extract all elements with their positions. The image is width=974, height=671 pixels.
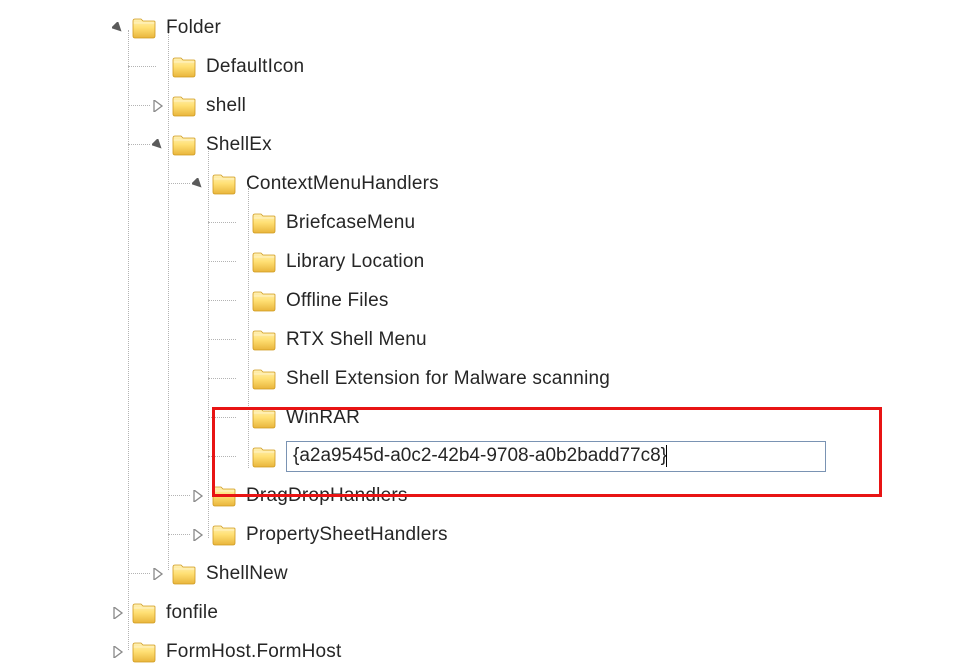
tree-item[interactable]: Offline Files (0, 281, 974, 320)
folder-icon (172, 134, 196, 156)
tree-label: fonfile (166, 602, 218, 624)
tree-item-formhost[interactable]: FormHost.FormHost (0, 632, 974, 671)
tree-item-shell[interactable]: shell (0, 86, 974, 125)
tree-label: BriefcaseMenu (286, 212, 415, 234)
folder-icon (252, 446, 276, 468)
tree-item-folder[interactable]: Folder (0, 8, 974, 47)
rename-input[interactable]: {a2a9545d-a0c2-42b4-9708-a0b2badd77c8} (286, 441, 826, 471)
folder-icon (252, 368, 276, 390)
tree-label: Offline Files (286, 290, 389, 312)
folder-icon (212, 173, 236, 195)
expand-toggle-icon[interactable] (190, 527, 206, 543)
tree-item-contextmenuhandlers[interactable]: ContextMenuHandlers (0, 164, 974, 203)
folder-icon (132, 602, 156, 624)
folder-icon (252, 290, 276, 312)
folder-icon (172, 563, 196, 585)
tree-label: ShellEx (206, 134, 272, 156)
tree-item-defaulticon[interactable]: DefaultIcon (0, 47, 974, 86)
expand-toggle-icon[interactable] (150, 566, 166, 582)
tree-label: FormHost.FormHost (166, 641, 341, 663)
tree-item-new-key[interactable]: {a2a9545d-a0c2-42b4-9708-a0b2badd77c8} (0, 437, 974, 476)
tree-label: Library Location (286, 251, 424, 273)
folder-icon (252, 212, 276, 234)
registry-tree: Folder DefaultIcon shell ShellEx Context… (0, 0, 974, 671)
tree-item-dragdrophandlers[interactable]: DragDropHandlers (0, 476, 974, 515)
tree-item[interactable]: BriefcaseMenu (0, 203, 974, 242)
expand-toggle-icon[interactable] (150, 98, 166, 114)
tree-label: RTX Shell Menu (286, 329, 427, 351)
expand-toggle-icon[interactable] (190, 176, 206, 192)
expand-toggle-icon[interactable] (110, 20, 126, 36)
folder-icon (252, 251, 276, 273)
tree-label: Folder (166, 17, 221, 39)
tree-item-propertysheethandlers[interactable]: PropertySheetHandlers (0, 515, 974, 554)
tree-label: WinRAR (286, 407, 360, 429)
expand-toggle-icon[interactable] (110, 605, 126, 621)
expand-toggle-icon[interactable] (150, 137, 166, 153)
folder-icon (212, 485, 236, 507)
tree-label: Shell Extension for Malware scanning (286, 368, 610, 390)
tree-label: ContextMenuHandlers (246, 173, 439, 195)
tree-item-shellnew[interactable]: ShellNew (0, 554, 974, 593)
expand-toggle-icon[interactable] (190, 488, 206, 504)
folder-icon (132, 641, 156, 663)
expand-toggle-icon[interactable] (110, 644, 126, 660)
tree-item-fonfile[interactable]: fonfile (0, 593, 974, 632)
folder-icon (132, 17, 156, 39)
tree-label: shell (206, 95, 246, 117)
tree-label: DragDropHandlers (246, 485, 408, 507)
folder-icon (172, 95, 196, 117)
tree-item[interactable]: WinRAR (0, 398, 974, 437)
tree-label: DefaultIcon (206, 56, 304, 78)
tree-label: ShellNew (206, 563, 288, 585)
folder-icon (252, 407, 276, 429)
folder-icon (252, 329, 276, 351)
tree-item-shellex[interactable]: ShellEx (0, 125, 974, 164)
tree-label: PropertySheetHandlers (246, 524, 448, 546)
folder-icon (212, 524, 236, 546)
folder-icon (172, 56, 196, 78)
tree-item[interactable]: Library Location (0, 242, 974, 281)
tree-item[interactable]: Shell Extension for Malware scanning (0, 359, 974, 398)
tree-item[interactable]: RTX Shell Menu (0, 320, 974, 359)
